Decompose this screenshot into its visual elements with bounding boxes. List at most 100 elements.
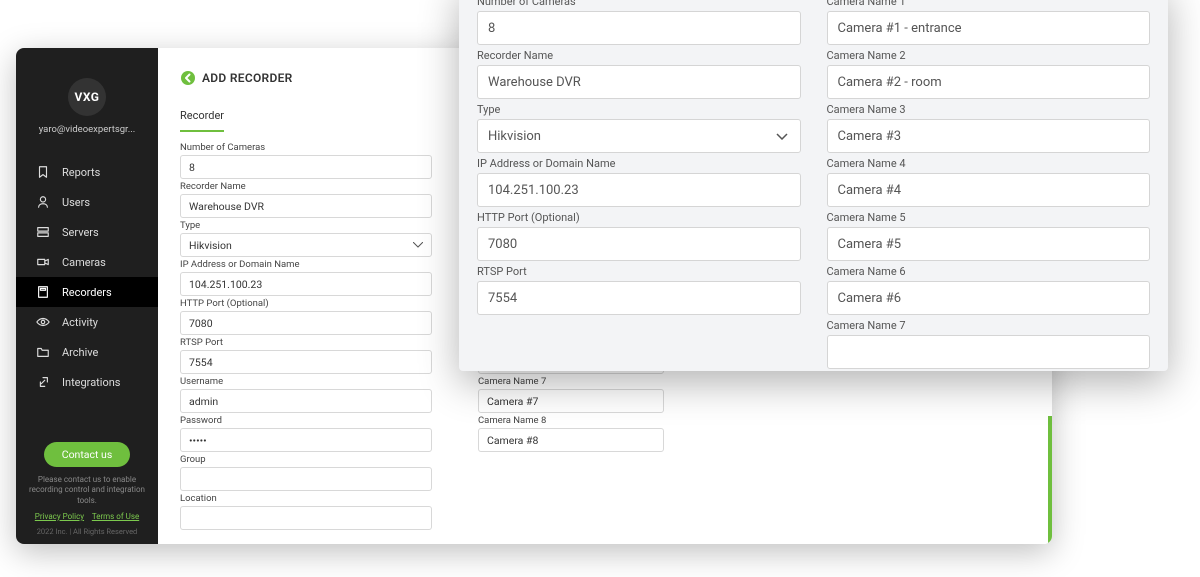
form-field: Username <box>180 376 432 413</box>
field-input[interactable] <box>827 11 1151 45</box>
form-field: Password <box>180 415 432 452</box>
sidebar-item-reports[interactable]: Reports <box>16 157 158 187</box>
sidebar: VXG yaro@videoexpertsgr... Reports Users S… <box>16 48 158 544</box>
sidebar-item-servers[interactable]: Servers <box>16 217 158 247</box>
field-input[interactable] <box>827 65 1151 99</box>
privacy-link[interactable]: Privacy Policy <box>35 512 84 521</box>
form-field: RTSP Port <box>477 265 801 315</box>
form-field: Location <box>180 493 432 530</box>
field-label: Type <box>180 220 432 231</box>
field-input[interactable] <box>180 350 432 374</box>
field-label: RTSP Port <box>180 337 432 348</box>
field-input[interactable] <box>180 194 432 218</box>
sidebar-item-activity[interactable]: Activity <box>16 307 158 337</box>
terms-link[interactable]: Terms of Use <box>92 512 139 521</box>
sidebar-item-users[interactable]: Users <box>16 187 158 217</box>
form-field: HTTP Port (Optional) <box>180 298 432 335</box>
field-input[interactable] <box>180 428 432 452</box>
field-label: Camera Name 3 <box>827 103 1151 116</box>
field-input[interactable] <box>477 281 801 315</box>
field-label: Number of Cameras <box>180 142 432 153</box>
field-input[interactable] <box>827 227 1151 261</box>
form-field: IP Address or Domain Name <box>477 157 801 207</box>
form-field: Type Hikvision <box>477 103 801 153</box>
form-field: IP Address or Domain Name <box>180 259 432 296</box>
form-field: Camera Name 2 <box>827 49 1151 99</box>
field-label: HTTP Port (Optional) <box>477 211 801 224</box>
form-field: Recorder Name <box>180 181 432 218</box>
field-label: IP Address or Domain Name <box>477 157 801 170</box>
sidebar-item-label: Integrations <box>62 376 120 389</box>
sidebar-item-archive[interactable]: Archive <box>16 337 158 367</box>
field-input[interactable] <box>180 506 432 530</box>
camera-icon <box>36 255 50 269</box>
field-label: Username <box>180 376 432 387</box>
server-icon <box>36 225 50 239</box>
field-input[interactable] <box>827 281 1151 315</box>
back-icon[interactable] <box>180 70 196 86</box>
scrollbar-track[interactable] <box>1048 416 1052 544</box>
field-input[interactable] <box>827 119 1151 153</box>
sidebar-item-label: Cameras <box>62 256 106 269</box>
sidebar-item-label: Archive <box>62 346 98 359</box>
field-input[interactable] <box>477 65 801 99</box>
field-input[interactable]: Hikvision <box>180 233 432 257</box>
field-input[interactable] <box>180 311 432 335</box>
sidebar-item-integrations[interactable]: Integrations <box>16 367 158 397</box>
form-field: Camera Name 1 <box>827 0 1151 45</box>
field-label: Camera Name 7 <box>827 319 1151 332</box>
field-label: IP Address or Domain Name <box>180 259 432 270</box>
page-title: ADD RECORDER <box>202 71 293 85</box>
sidebar-item-label: Recorders <box>62 286 112 299</box>
field-input[interactable]: Hikvision <box>477 119 801 153</box>
field-input[interactable] <box>180 155 432 179</box>
form-field: Group <box>180 454 432 491</box>
recorder-icon <box>36 285 50 299</box>
form-field: Camera Name 3 <box>827 103 1151 153</box>
form-field: Camera Name 8 <box>478 415 664 452</box>
user-icon <box>36 195 50 209</box>
form-field: Camera Name 7 <box>478 376 664 413</box>
field-input[interactable] <box>180 272 432 296</box>
brand-logo: VXG <box>68 78 106 116</box>
field-input[interactable] <box>477 227 801 261</box>
field-label: Camera Name 8 <box>478 415 664 426</box>
field-label: Type <box>477 103 801 116</box>
field-input[interactable] <box>180 467 432 491</box>
footer-links: Privacy Policy Terms of Use <box>35 512 139 521</box>
field-input[interactable] <box>827 335 1151 369</box>
sidebar-item-label: Servers <box>62 226 99 239</box>
field-label: Password <box>180 415 432 426</box>
form-column-left: Number of Cameras Recorder Name Type Hikvis… <box>180 142 432 544</box>
field-input[interactable] <box>180 389 432 413</box>
field-input[interactable] <box>478 389 664 413</box>
user-email: yaro@videoexpertsgr... <box>27 124 147 135</box>
field-label: Camera Name 7 <box>478 376 664 387</box>
field-label: Camera Name 1 <box>827 0 1151 8</box>
field-input[interactable] <box>827 173 1151 207</box>
overlay-panel: Number of CamerasRecorder Name Type Hikvis… <box>459 0 1168 371</box>
folder-icon <box>36 345 50 359</box>
field-input[interactable] <box>477 11 801 45</box>
sidebar-item-cameras[interactable]: Cameras <box>16 247 158 277</box>
footer-note: Please contact us to enable recording co… <box>16 475 158 506</box>
field-label: Location <box>180 493 432 504</box>
tab-recorder[interactable]: Recorder <box>180 109 224 132</box>
copyright: 2022 Inc. | All Rights Reserved <box>37 527 138 536</box>
sidebar-item-recorders[interactable]: Recorders <box>16 277 158 307</box>
eye-icon <box>36 315 50 329</box>
form-field: Type Hikvision <box>180 220 432 257</box>
form-field: Number of Cameras <box>477 0 801 45</box>
field-input[interactable] <box>478 428 664 452</box>
overlay-column-right: Camera Name 1 Camera Name 2 Camera Name 3 C… <box>827 0 1151 361</box>
form-field: Recorder Name <box>477 49 801 99</box>
field-label: Camera Name 4 <box>827 157 1151 170</box>
overlay-column-left: Number of CamerasRecorder Name Type Hikvis… <box>477 0 801 361</box>
form-field: Camera Name 7 <box>827 319 1151 369</box>
field-input[interactable] <box>477 173 801 207</box>
field-label: Group <box>180 454 432 465</box>
sidebar-item-label: Activity <box>62 316 98 329</box>
contact-button[interactable]: Contact us <box>44 442 131 467</box>
sidebar-item-label: Reports <box>62 166 100 179</box>
field-label: Recorder Name <box>180 181 432 192</box>
